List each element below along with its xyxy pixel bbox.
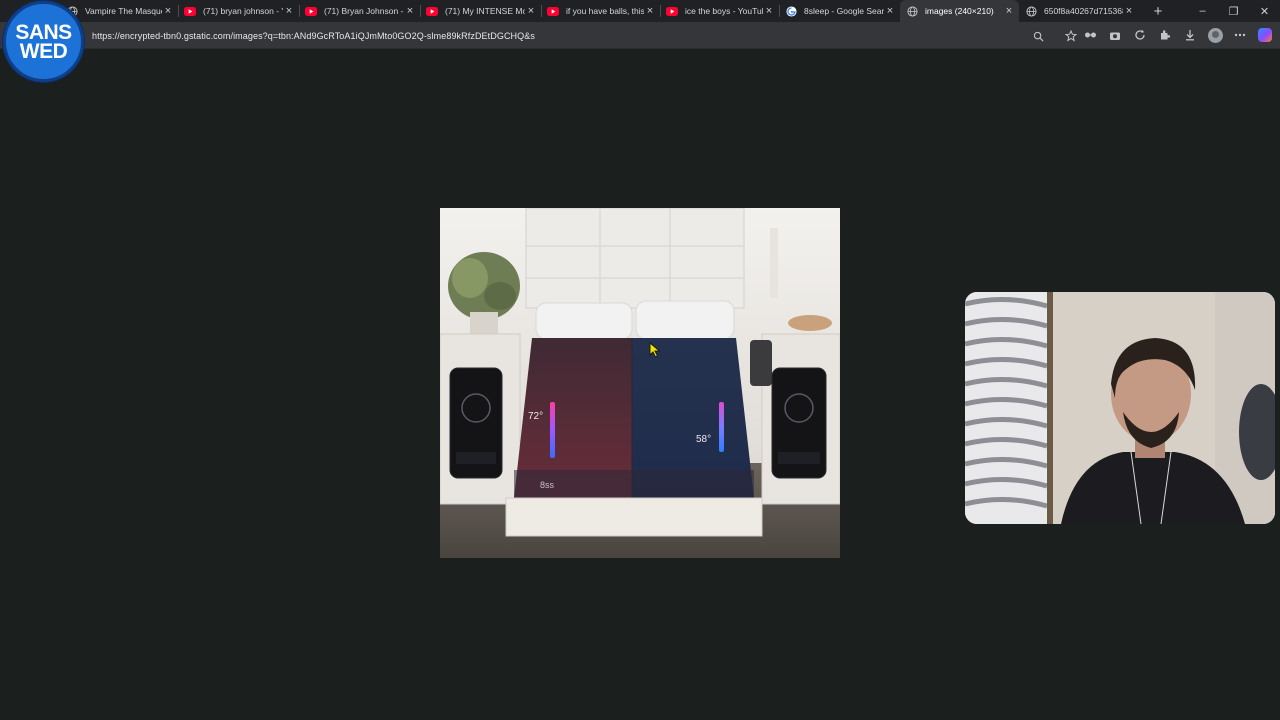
channel-logo: SANS WED xyxy=(3,1,84,82)
tab-close-icon[interactable]: × xyxy=(1123,5,1135,17)
extension-refresh-icon[interactable] xyxy=(1131,26,1149,44)
tab-title: (71) bryan johnson - YouTube xyxy=(203,6,283,16)
browser-tab[interactable]: 650f8a40267d715368 × xyxy=(1019,0,1139,22)
tab-title: ice the boys - YouTube xyxy=(685,6,763,16)
tab-close-icon[interactable]: × xyxy=(644,5,656,17)
google-icon xyxy=(785,5,797,17)
tab-list: Vampire The Masquerade×(71) bryan johnso… xyxy=(60,0,1139,22)
tab-close-icon[interactable]: × xyxy=(283,5,295,17)
browser-tab[interactable]: (71) bryan johnson - YouTube× xyxy=(178,0,299,22)
mouse-cursor-icon xyxy=(649,342,661,358)
mattress-brand-mark: 8ss xyxy=(540,480,555,490)
webcam-feed xyxy=(965,292,1275,524)
omnibox-actions xyxy=(1022,27,1080,45)
tab-title: Vampire The Masquerade xyxy=(85,6,162,16)
new-tab-button[interactable]: + xyxy=(1147,0,1169,22)
browser-tab[interactable]: ice the boys - YouTube × xyxy=(660,0,779,22)
tab-title: if you have balls, this is xyxy=(566,6,644,16)
browser-tab[interactable]: if you have balls, this is× xyxy=(541,0,660,22)
globe-icon xyxy=(1025,5,1037,17)
youtube-icon xyxy=(305,5,317,17)
youtube-icon xyxy=(547,5,559,17)
displayed-image[interactable]: 72° 58° 8ss xyxy=(440,208,840,558)
tab-close-icon[interactable]: × xyxy=(525,5,537,17)
tab-close-icon[interactable]: × xyxy=(1003,5,1015,17)
globe-icon xyxy=(906,5,918,17)
youtube-icon xyxy=(426,5,438,17)
browser-tab[interactable]: 8sleep - Google Search× xyxy=(779,0,900,22)
tab-close-icon[interactable]: × xyxy=(884,5,896,17)
url-text: https://encrypted-tbn0.gstatic.com/image… xyxy=(92,30,535,41)
browser-tab[interactable]: images (240×210) × xyxy=(900,0,1019,22)
copilot-icon[interactable] xyxy=(1256,26,1274,44)
close-window-button[interactable]: ✕ xyxy=(1249,0,1280,22)
youtube-icon xyxy=(184,5,196,17)
window-controls: – ❐ ✕ xyxy=(1187,0,1280,22)
tab-title: (71) My INTENSE Morning xyxy=(445,6,525,16)
restore-button[interactable]: ❐ xyxy=(1218,0,1249,22)
tab-close-icon[interactable]: × xyxy=(404,5,416,17)
more-menu-icon[interactable] xyxy=(1231,26,1249,44)
toolbar-actions xyxy=(1074,26,1274,44)
tab-title: (71) Bryan Johnson - YouTube xyxy=(324,6,404,16)
browser-tab[interactable]: (71) My INTENSE Morning× xyxy=(420,0,541,22)
tab-title: images (240×210) xyxy=(925,6,994,16)
tab-close-icon[interactable]: × xyxy=(763,5,775,17)
extensions-puzzle-icon[interactable] xyxy=(1156,26,1174,44)
browser-tab[interactable]: (71) Bryan Johnson - YouTube× xyxy=(299,0,420,22)
tab-title: 650f8a40267d715368 xyxy=(1044,6,1123,16)
youtube-icon xyxy=(666,5,678,17)
logo-line-1: SANS xyxy=(15,20,72,44)
webcam-overlay xyxy=(965,292,1275,524)
tab-strip: Vampire The Masquerade×(71) bryan johnso… xyxy=(0,0,1280,22)
tab-title: 8sleep - Google Search xyxy=(804,6,884,16)
downloads-icon[interactable] xyxy=(1181,26,1199,44)
address-bar[interactable]: https://encrypted-tbn0.gstatic.com/image… xyxy=(70,25,1070,46)
zoom-icon[interactable] xyxy=(1029,27,1047,45)
minimize-button[interactable]: – xyxy=(1187,0,1218,22)
logo-line-2: WED xyxy=(19,39,68,63)
profile-avatar[interactable] xyxy=(1206,26,1224,44)
extension-camera-icon[interactable] xyxy=(1106,26,1124,44)
browser-tab[interactable]: Vampire The Masquerade× xyxy=(60,0,178,22)
right-temperature-label: 58° xyxy=(696,434,711,445)
left-temperature-label: 72° xyxy=(528,411,543,422)
smart-bed-illustration: 72° 58° 8ss xyxy=(440,208,840,558)
tab-close-icon[interactable]: × xyxy=(162,5,174,17)
extension-glasses-icon[interactable] xyxy=(1081,26,1099,44)
browser-toolbar: https://encrypted-tbn0.gstatic.com/image… xyxy=(0,22,1280,49)
